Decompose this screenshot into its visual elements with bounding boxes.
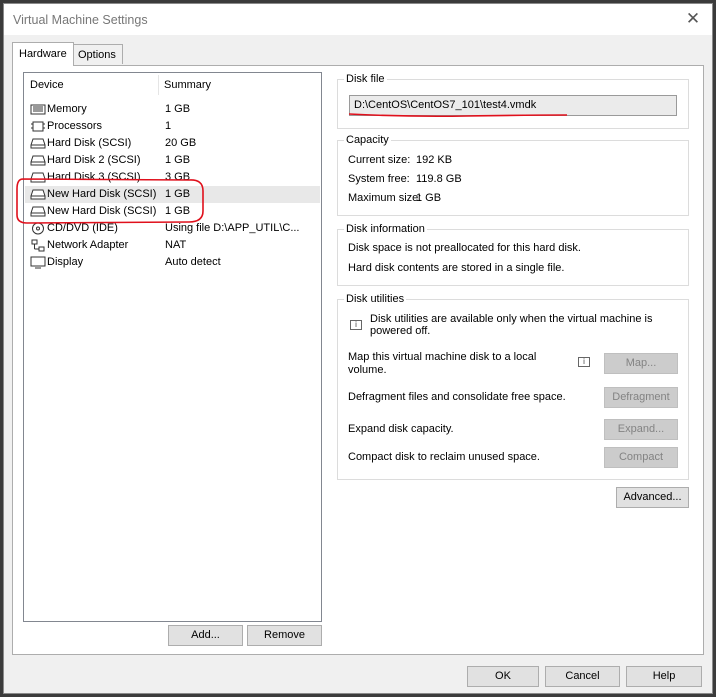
system-free-value: 119.8 GB bbox=[416, 173, 462, 185]
compact-button[interactable]: Compact bbox=[604, 447, 678, 468]
info-icon: i bbox=[350, 320, 362, 330]
help-button[interactable]: Help bbox=[626, 666, 702, 687]
red-annotation-underline bbox=[348, 113, 568, 118]
column-divider bbox=[158, 75, 159, 95]
window-title: Virtual Machine Settings bbox=[13, 13, 148, 27]
tab-options-label: Options bbox=[78, 49, 116, 61]
device-list-header: Device Summary bbox=[24, 73, 321, 95]
current-size-label: Current size: bbox=[348, 154, 411, 166]
memory-icon bbox=[30, 104, 46, 115]
processor-icon bbox=[31, 121, 45, 132]
ok-button[interactable]: OK bbox=[467, 666, 539, 687]
current-size-value: 192 KB bbox=[416, 154, 453, 166]
device-name: Hard Disk 2 (SCSI) bbox=[47, 154, 141, 166]
advanced-button[interactable]: Advanced... bbox=[616, 487, 689, 508]
map-text-line1: Map this virtual machine disk to a local bbox=[348, 351, 537, 363]
tab-options[interactable]: Options bbox=[71, 44, 123, 64]
device-summary: NAT bbox=[165, 239, 187, 251]
disk-file-title: Disk file bbox=[344, 73, 387, 85]
remove-button[interactable]: Remove bbox=[247, 625, 322, 646]
device-row-processors[interactable]: Processors 1 bbox=[25, 118, 320, 135]
add-button[interactable]: Add... bbox=[168, 625, 243, 646]
device-summary: 1 GB bbox=[165, 154, 191, 166]
cancel-button[interactable]: Cancel bbox=[545, 666, 620, 687]
device-summary: 1 GB bbox=[165, 103, 191, 115]
device-name: Memory bbox=[47, 103, 87, 115]
capacity-title: Capacity bbox=[344, 134, 391, 146]
utilities-notice-line1: Disk utilities are available only when t… bbox=[370, 313, 653, 325]
single-file-info: Hard disk contents are stored in a singl… bbox=[348, 262, 565, 274]
device-summary: 20 GB bbox=[165, 137, 197, 149]
device-name: Network Adapter bbox=[47, 239, 129, 251]
device-row-display[interactable]: Display Auto detect bbox=[25, 254, 320, 271]
map-text-line2: volume. bbox=[348, 364, 387, 376]
hard-disk-icon bbox=[30, 138, 46, 149]
network-adapter-icon bbox=[31, 239, 45, 252]
maximum-size-label: Maximum size: bbox=[348, 192, 422, 204]
device-name: Hard Disk (SCSI) bbox=[47, 137, 132, 149]
device-row-hard-disk-2[interactable]: Hard Disk 2 (SCSI) 1 GB bbox=[25, 152, 320, 169]
defragment-text: Defragment files and consolidate free sp… bbox=[348, 391, 566, 403]
device-list[interactable]: Device Summary Memory 1 GB Processors 1 … bbox=[23, 72, 322, 622]
summary-column-header[interactable]: Summary bbox=[164, 79, 211, 91]
title-bar: Virtual Machine Settings ✕ bbox=[4, 4, 712, 35]
system-free-label: System free: bbox=[348, 173, 410, 185]
expand-text: Expand disk capacity. bbox=[348, 423, 454, 435]
compact-text: Compact disk to reclaim unused space. bbox=[348, 451, 540, 463]
display-icon bbox=[30, 256, 46, 269]
device-row-network-adapter[interactable]: Network Adapter NAT bbox=[25, 237, 320, 254]
expand-button[interactable]: Expand... bbox=[604, 419, 678, 440]
device-row-hard-disk[interactable]: Hard Disk (SCSI) 20 GB bbox=[25, 135, 320, 152]
virtual-machine-settings-window: Virtual Machine Settings ✕ Hardware Opti… bbox=[3, 3, 713, 694]
device-name: Display bbox=[47, 256, 84, 268]
maximum-size-value: 1 GB bbox=[416, 192, 442, 204]
device-summary: Auto detect bbox=[165, 256, 221, 268]
close-icon[interactable]: ✕ bbox=[683, 9, 703, 29]
tab-hardware-label: Hardware bbox=[19, 48, 67, 60]
defragment-button[interactable]: Defragment bbox=[604, 387, 678, 408]
device-summary: 1 bbox=[165, 120, 172, 132]
map-info-icon: i bbox=[578, 357, 590, 367]
red-annotation-ellipse bbox=[16, 178, 204, 224]
device-row-memory[interactable]: Memory 1 GB bbox=[25, 101, 320, 118]
preallocation-info: Disk space is not preallocated for this … bbox=[348, 242, 581, 254]
disk-information-group: Disk information bbox=[337, 223, 689, 286]
device-name: Processors bbox=[47, 120, 103, 132]
disk-information-title: Disk information bbox=[344, 223, 427, 235]
device-column-header[interactable]: Device bbox=[30, 79, 64, 91]
tab-hardware[interactable]: Hardware bbox=[12, 42, 74, 66]
disk-utilities-title: Disk utilities bbox=[344, 293, 407, 305]
hard-disk-icon bbox=[30, 155, 46, 166]
map-button[interactable]: Map... bbox=[604, 353, 678, 374]
utilities-notice-line2: powered off. bbox=[370, 325, 431, 337]
